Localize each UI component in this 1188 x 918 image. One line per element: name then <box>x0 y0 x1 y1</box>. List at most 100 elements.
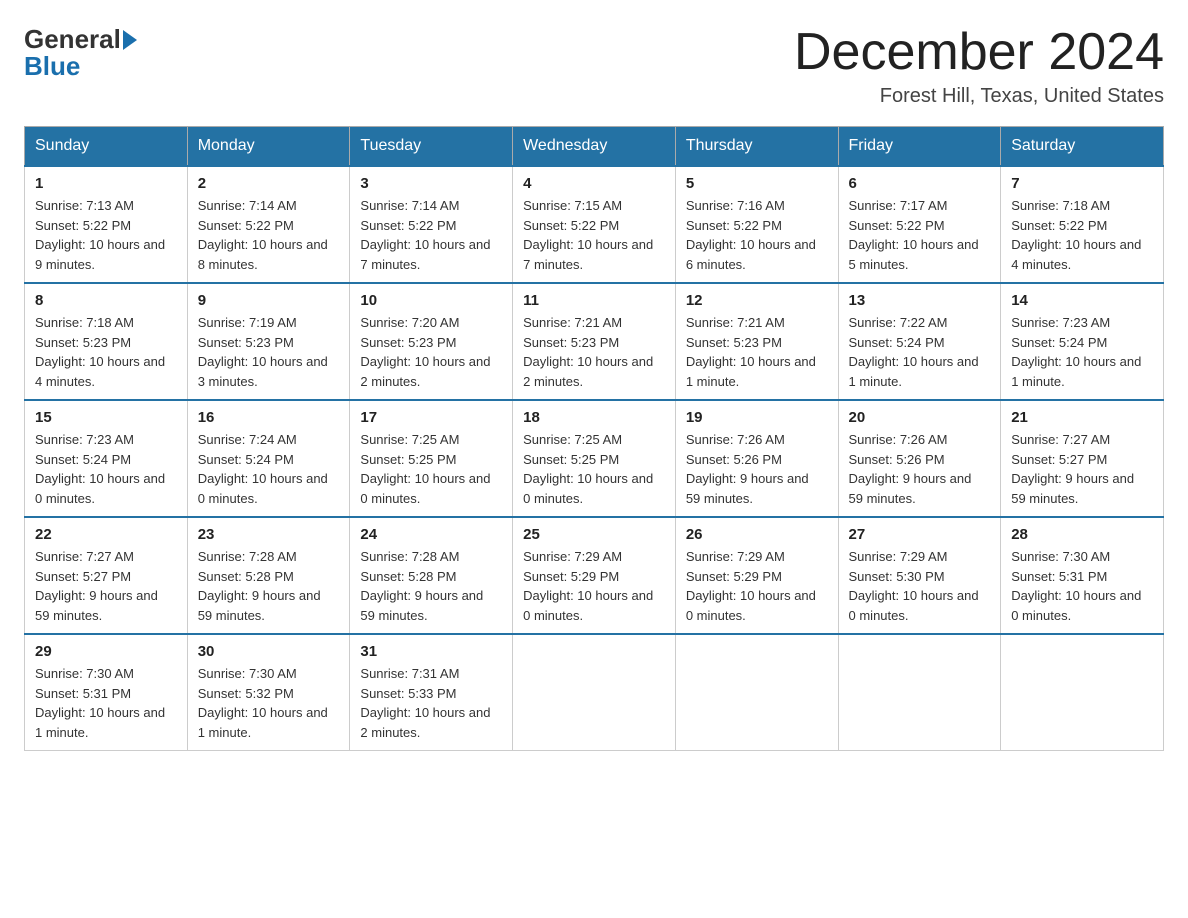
day-number: 18 <box>523 409 665 426</box>
page-header: General Blue December 2024 Forest Hill, … <box>24 24 1164 108</box>
day-info: Sunrise: 7:29 AM Sunset: 5:29 PM Dayligh… <box>686 547 828 625</box>
day-number: 29 <box>35 643 177 660</box>
day-info: Sunrise: 7:24 AM Sunset: 5:24 PM Dayligh… <box>198 430 340 508</box>
day-number: 30 <box>198 643 340 660</box>
day-info: Sunrise: 7:25 AM Sunset: 5:25 PM Dayligh… <box>360 430 502 508</box>
day-info: Sunrise: 7:28 AM Sunset: 5:28 PM Dayligh… <box>198 547 340 625</box>
day-info: Sunrise: 7:14 AM Sunset: 5:22 PM Dayligh… <box>198 196 340 274</box>
calendar-cell: 15 Sunrise: 7:23 AM Sunset: 5:24 PM Dayl… <box>25 400 188 517</box>
calendar-cell: 27 Sunrise: 7:29 AM Sunset: 5:30 PM Dayl… <box>838 517 1001 634</box>
day-info: Sunrise: 7:26 AM Sunset: 5:26 PM Dayligh… <box>849 430 991 508</box>
calendar-cell: 22 Sunrise: 7:27 AM Sunset: 5:27 PM Dayl… <box>25 517 188 634</box>
calendar-cell <box>1001 634 1164 751</box>
logo-blue-text: Blue <box>24 51 80 82</box>
day-number: 8 <box>35 292 177 309</box>
calendar-cell: 16 Sunrise: 7:24 AM Sunset: 5:24 PM Dayl… <box>187 400 350 517</box>
col-monday: Monday <box>187 127 350 167</box>
day-number: 21 <box>1011 409 1153 426</box>
calendar-cell: 30 Sunrise: 7:30 AM Sunset: 5:32 PM Dayl… <box>187 634 350 751</box>
calendar-cell: 6 Sunrise: 7:17 AM Sunset: 5:22 PM Dayli… <box>838 166 1001 283</box>
day-info: Sunrise: 7:29 AM Sunset: 5:30 PM Dayligh… <box>849 547 991 625</box>
calendar-cell: 8 Sunrise: 7:18 AM Sunset: 5:23 PM Dayli… <box>25 283 188 400</box>
day-info: Sunrise: 7:30 AM Sunset: 5:31 PM Dayligh… <box>35 664 177 742</box>
calendar-cell: 20 Sunrise: 7:26 AM Sunset: 5:26 PM Dayl… <box>838 400 1001 517</box>
day-number: 4 <box>523 175 665 192</box>
day-info: Sunrise: 7:15 AM Sunset: 5:22 PM Dayligh… <box>523 196 665 274</box>
calendar-cell: 14 Sunrise: 7:23 AM Sunset: 5:24 PM Dayl… <box>1001 283 1164 400</box>
calendar-cell: 29 Sunrise: 7:30 AM Sunset: 5:31 PM Dayl… <box>25 634 188 751</box>
day-info: Sunrise: 7:27 AM Sunset: 5:27 PM Dayligh… <box>35 547 177 625</box>
day-number: 16 <box>198 409 340 426</box>
day-number: 10 <box>360 292 502 309</box>
day-number: 25 <box>523 526 665 543</box>
calendar-cell: 12 Sunrise: 7:21 AM Sunset: 5:23 PM Dayl… <box>675 283 838 400</box>
day-info: Sunrise: 7:18 AM Sunset: 5:23 PM Dayligh… <box>35 313 177 391</box>
day-info: Sunrise: 7:29 AM Sunset: 5:29 PM Dayligh… <box>523 547 665 625</box>
calendar-cell: 7 Sunrise: 7:18 AM Sunset: 5:22 PM Dayli… <box>1001 166 1164 283</box>
calendar-cell: 10 Sunrise: 7:20 AM Sunset: 5:23 PM Dayl… <box>350 283 513 400</box>
day-number: 1 <box>35 175 177 192</box>
day-number: 6 <box>849 175 991 192</box>
day-info: Sunrise: 7:21 AM Sunset: 5:23 PM Dayligh… <box>686 313 828 391</box>
day-info: Sunrise: 7:28 AM Sunset: 5:28 PM Dayligh… <box>360 547 502 625</box>
calendar-cell: 25 Sunrise: 7:29 AM Sunset: 5:29 PM Dayl… <box>513 517 676 634</box>
day-number: 9 <box>198 292 340 309</box>
calendar-cell: 13 Sunrise: 7:22 AM Sunset: 5:24 PM Dayl… <box>838 283 1001 400</box>
day-number: 2 <box>198 175 340 192</box>
calendar-cell: 17 Sunrise: 7:25 AM Sunset: 5:25 PM Dayl… <box>350 400 513 517</box>
day-number: 22 <box>35 526 177 543</box>
calendar-table: Sunday Monday Tuesday Wednesday Thursday… <box>24 126 1164 751</box>
day-number: 27 <box>849 526 991 543</box>
day-info: Sunrise: 7:23 AM Sunset: 5:24 PM Dayligh… <box>1011 313 1153 391</box>
day-info: Sunrise: 7:17 AM Sunset: 5:22 PM Dayligh… <box>849 196 991 274</box>
day-number: 31 <box>360 643 502 660</box>
day-number: 11 <box>523 292 665 309</box>
day-info: Sunrise: 7:22 AM Sunset: 5:24 PM Dayligh… <box>849 313 991 391</box>
day-info: Sunrise: 7:16 AM Sunset: 5:22 PM Dayligh… <box>686 196 828 274</box>
col-thursday: Thursday <box>675 127 838 167</box>
day-number: 12 <box>686 292 828 309</box>
calendar-cell: 28 Sunrise: 7:30 AM Sunset: 5:31 PM Dayl… <box>1001 517 1164 634</box>
day-number: 15 <box>35 409 177 426</box>
calendar-cell: 4 Sunrise: 7:15 AM Sunset: 5:22 PM Dayli… <box>513 166 676 283</box>
day-info: Sunrise: 7:19 AM Sunset: 5:23 PM Dayligh… <box>198 313 340 391</box>
calendar-cell <box>838 634 1001 751</box>
day-number: 5 <box>686 175 828 192</box>
day-info: Sunrise: 7:30 AM Sunset: 5:31 PM Dayligh… <box>1011 547 1153 625</box>
col-tuesday: Tuesday <box>350 127 513 167</box>
day-number: 3 <box>360 175 502 192</box>
calendar-cell: 21 Sunrise: 7:27 AM Sunset: 5:27 PM Dayl… <box>1001 400 1164 517</box>
calendar-cell: 3 Sunrise: 7:14 AM Sunset: 5:22 PM Dayli… <box>350 166 513 283</box>
calendar-cell: 24 Sunrise: 7:28 AM Sunset: 5:28 PM Dayl… <box>350 517 513 634</box>
day-number: 20 <box>849 409 991 426</box>
month-title: December 2024 <box>794 24 1164 81</box>
day-number: 13 <box>849 292 991 309</box>
calendar-cell: 5 Sunrise: 7:16 AM Sunset: 5:22 PM Dayli… <box>675 166 838 283</box>
day-info: Sunrise: 7:23 AM Sunset: 5:24 PM Dayligh… <box>35 430 177 508</box>
calendar-cell: 26 Sunrise: 7:29 AM Sunset: 5:29 PM Dayl… <box>675 517 838 634</box>
calendar-cell: 19 Sunrise: 7:26 AM Sunset: 5:26 PM Dayl… <box>675 400 838 517</box>
calendar-header-row: Sunday Monday Tuesday Wednesday Thursday… <box>25 127 1164 167</box>
col-wednesday: Wednesday <box>513 127 676 167</box>
day-info: Sunrise: 7:26 AM Sunset: 5:26 PM Dayligh… <box>686 430 828 508</box>
week-row-2: 8 Sunrise: 7:18 AM Sunset: 5:23 PM Dayli… <box>25 283 1164 400</box>
day-info: Sunrise: 7:13 AM Sunset: 5:22 PM Dayligh… <box>35 196 177 274</box>
title-area: December 2024 Forest Hill, Texas, United… <box>794 24 1164 108</box>
calendar-cell: 31 Sunrise: 7:31 AM Sunset: 5:33 PM Dayl… <box>350 634 513 751</box>
calendar-cell <box>675 634 838 751</box>
day-info: Sunrise: 7:18 AM Sunset: 5:22 PM Dayligh… <box>1011 196 1153 274</box>
calendar-cell: 2 Sunrise: 7:14 AM Sunset: 5:22 PM Dayli… <box>187 166 350 283</box>
day-info: Sunrise: 7:31 AM Sunset: 5:33 PM Dayligh… <box>360 664 502 742</box>
logo: General Blue <box>24 24 139 82</box>
week-row-3: 15 Sunrise: 7:23 AM Sunset: 5:24 PM Dayl… <box>25 400 1164 517</box>
day-info: Sunrise: 7:25 AM Sunset: 5:25 PM Dayligh… <box>523 430 665 508</box>
location-text: Forest Hill, Texas, United States <box>794 85 1164 108</box>
day-info: Sunrise: 7:30 AM Sunset: 5:32 PM Dayligh… <box>198 664 340 742</box>
day-number: 14 <box>1011 292 1153 309</box>
col-friday: Friday <box>838 127 1001 167</box>
col-saturday: Saturday <box>1001 127 1164 167</box>
day-number: 24 <box>360 526 502 543</box>
week-row-1: 1 Sunrise: 7:13 AM Sunset: 5:22 PM Dayli… <box>25 166 1164 283</box>
day-info: Sunrise: 7:14 AM Sunset: 5:22 PM Dayligh… <box>360 196 502 274</box>
calendar-cell: 9 Sunrise: 7:19 AM Sunset: 5:23 PM Dayli… <box>187 283 350 400</box>
